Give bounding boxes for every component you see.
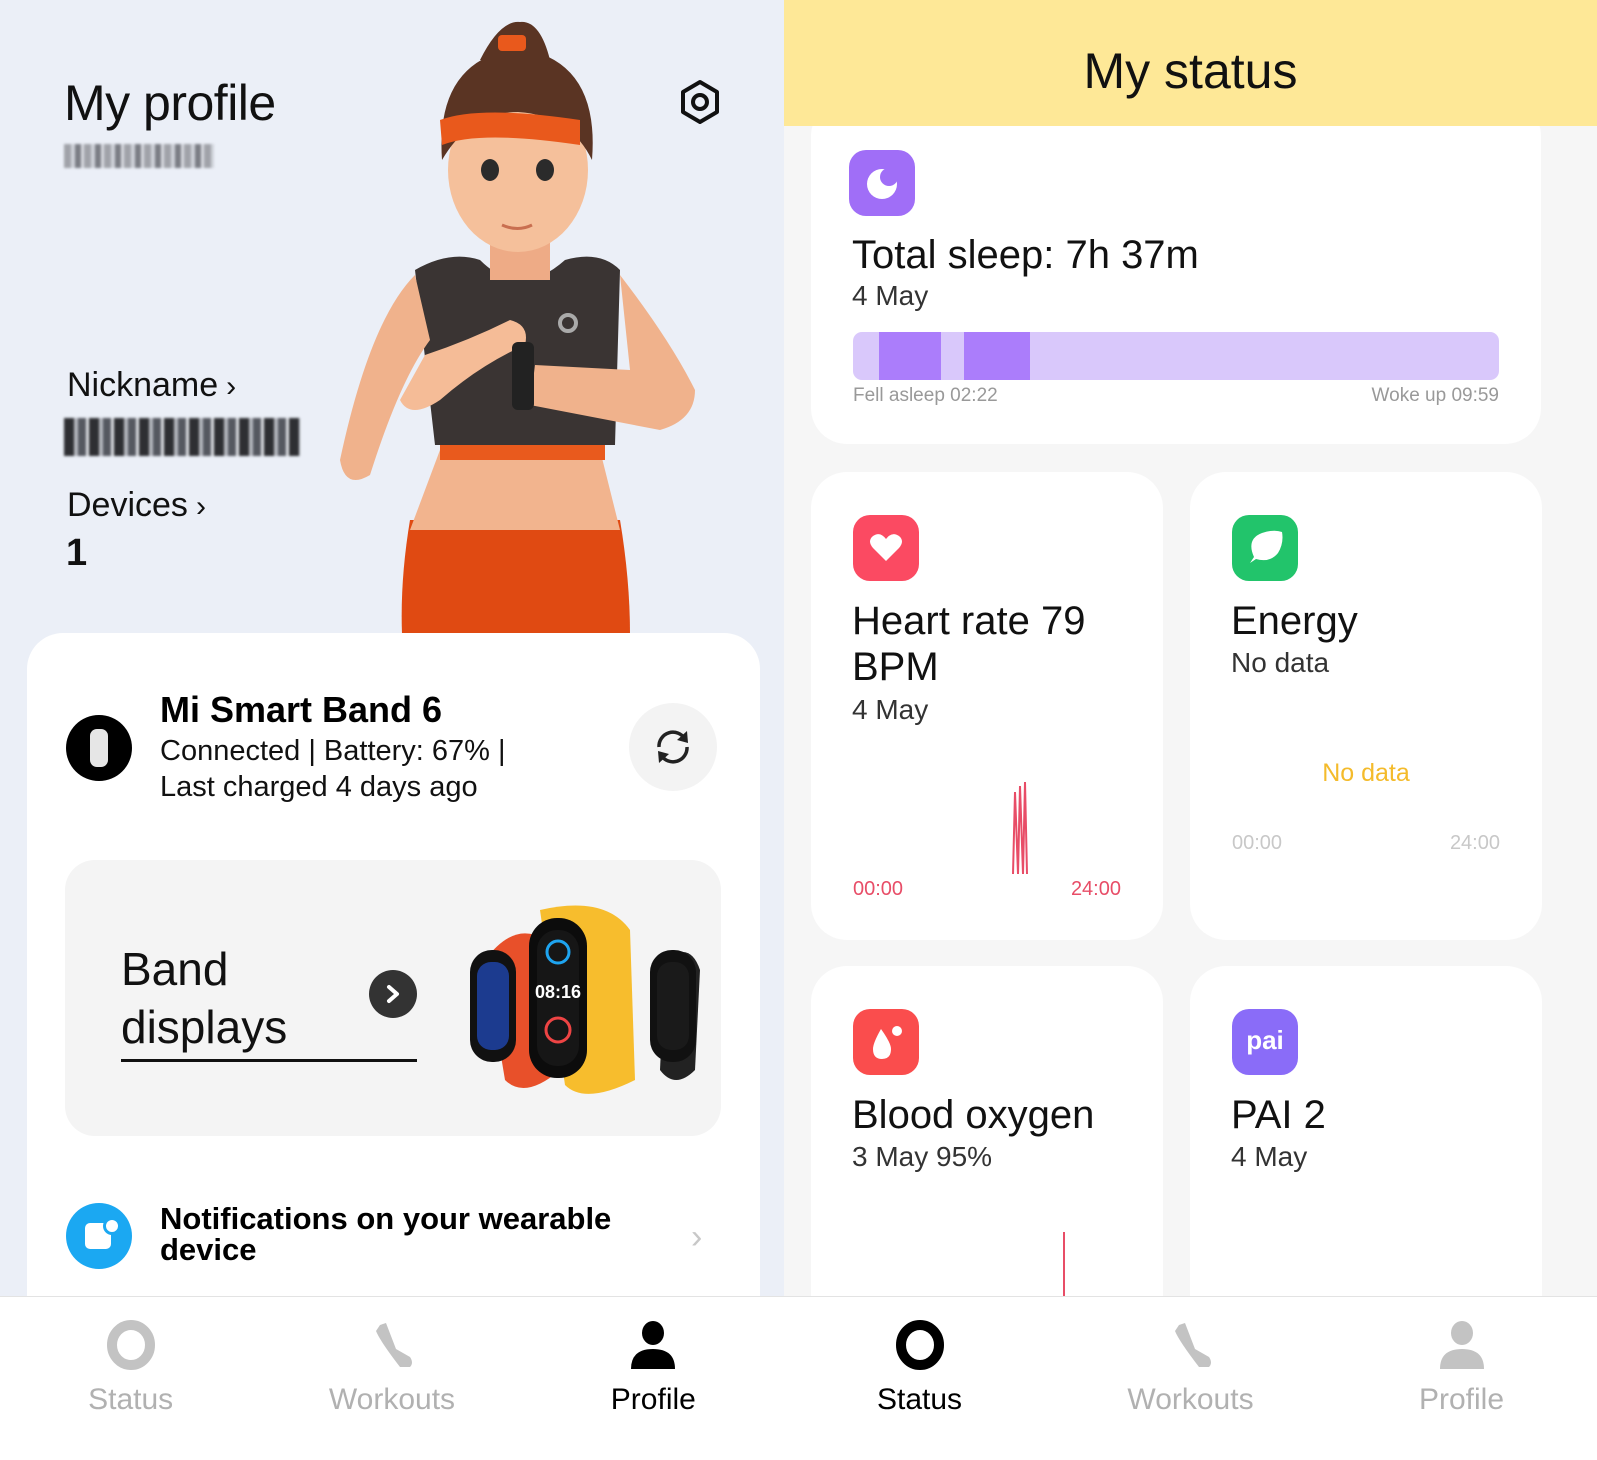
device-card: Mi Smart Band 6 Connected | Battery: 67%… (27, 633, 760, 1333)
avatar-illustration (340, 21, 695, 634)
band-displays-arrow-button[interactable] (369, 970, 417, 1018)
devices-link[interactable]: Devices › (67, 486, 206, 525)
energy-axis-start: 00:00 (1232, 832, 1283, 854)
tab-workouts[interactable]: Workouts (261, 1297, 522, 1460)
pai-subtitle: 4 May (1231, 1141, 1308, 1172)
fell-asleep-time: Fell asleep 02:22 (853, 385, 998, 406)
notifications-link[interactable]: Notifications on your wearable device (160, 1203, 680, 1265)
band-displays-line2: displays (121, 1001, 288, 1053)
heart-rate-chart (1012, 781, 1028, 875)
user-id-redacted (64, 144, 214, 168)
heart-rate-title: Heart rate 79 BPM (852, 599, 1086, 689)
energy-no-data: No data (1322, 759, 1410, 787)
nickname-label: Nickname (67, 366, 219, 404)
woke-up-time: Woke up 09:59 (1371, 385, 1499, 406)
status-screen: Total sleep: 7h 37m 4 May Fell asleep 02… (784, 0, 1597, 1460)
chevron-right-icon[interactable]: › (691, 1218, 702, 1257)
band-displays-card[interactable]: Band displays 08:16 (65, 860, 721, 1136)
device-status-line: Connected | Battery: 67% | (160, 735, 506, 767)
status-header: My status (784, 0, 1597, 126)
blood-oxygen-title: Blood oxygen (852, 1093, 1095, 1137)
leaf-icon (1232, 515, 1298, 581)
tab-label: Workouts (328, 1383, 456, 1416)
device-status: Connected | Battery: 67% | Last charged … (160, 733, 580, 805)
tab-label: Workouts (1127, 1383, 1254, 1416)
deep-sleep-segment (878, 332, 942, 380)
notification-icon (66, 1203, 132, 1269)
blood-drop-icon (853, 1009, 919, 1075)
nickname-link[interactable]: Nickname › (67, 366, 236, 405)
chevron-right-icon: › (226, 370, 237, 403)
svg-text:08:16: 08:16 (535, 982, 581, 1002)
sleep-stages-bar (853, 332, 1499, 380)
page-title: My status (1083, 43, 1298, 99)
device-last-charged: Last charged 4 days ago (160, 771, 478, 803)
devices-count: 1 (66, 532, 88, 574)
underline-divider (121, 1059, 417, 1062)
bottom-tab-bar: Status Workouts Profile (0, 1296, 784, 1460)
tab-label: Profile (610, 1383, 696, 1416)
pai-icon-text: pai (1246, 1025, 1284, 1055)
energy-subtitle: No data (1231, 647, 1330, 678)
energy-title: Energy (1231, 599, 1358, 643)
heart-rate-date: 4 May (852, 694, 929, 725)
page-title: My profile (64, 75, 276, 131)
sleep-total: Total sleep: 7h 37m (852, 233, 1199, 277)
nickname-value-redacted (64, 418, 300, 456)
tab-workouts[interactable]: Workouts (1055, 1297, 1326, 1460)
sync-icon (657, 730, 689, 764)
bottom-tab-bar: Status Workouts Profile (784, 1296, 1597, 1460)
sleep-date: 4 May (852, 280, 929, 311)
device-name[interactable]: Mi Smart Band 6 (160, 689, 442, 731)
tab-status[interactable]: Status (784, 1297, 1055, 1460)
sync-button[interactable] (629, 703, 717, 791)
heart-rate-line (1012, 781, 1028, 875)
tab-status[interactable]: Status (0, 1297, 261, 1460)
band-device-icon (66, 715, 132, 781)
devices-label: Devices (67, 486, 188, 524)
chevron-right-icon (387, 985, 399, 1003)
pai-title: PAI 2 (1231, 1093, 1326, 1137)
hr-axis-start: 00:00 (853, 878, 904, 900)
sleep-card[interactable]: Total sleep: 7h 37m 4 May Fell asleep 02… (811, 100, 1541, 444)
shoe-icon (375, 1323, 412, 1367)
heart-rate-card[interactable]: Heart rate 79 BPM 4 May 00:00 24:00 (811, 472, 1163, 940)
tab-label: Status (88, 1383, 174, 1416)
pai-icon: pai (1232, 1009, 1298, 1075)
tab-profile[interactable]: Profile (523, 1297, 784, 1460)
profile-screen: My profile Nickname › Devices › 1 Mi Sma… (0, 0, 784, 1460)
band-displays-line1: Band (121, 943, 229, 995)
status-ring-icon (106, 1320, 155, 1370)
energy-axis-end: 24:00 (1449, 832, 1500, 854)
shoe-icon (1174, 1323, 1211, 1367)
person-icon (1439, 1321, 1484, 1369)
person-icon (631, 1321, 676, 1369)
energy-card[interactable]: Energy No data No data 00:00 24:00 (1190, 472, 1542, 940)
bands-product-image: 08:16 (470, 905, 700, 1094)
blood-oxygen-chart-mark (1063, 1232, 1065, 1302)
band-displays-title: Band displays (121, 940, 381, 1056)
status-ring-icon (895, 1320, 944, 1370)
deep-sleep-segment (964, 332, 1030, 380)
sleep-moon-icon (849, 150, 915, 216)
blood-oxygen-subtitle: 3 May 95% (852, 1141, 993, 1172)
chevron-right-icon: › (195, 490, 206, 523)
tab-profile[interactable]: Profile (1326, 1297, 1597, 1460)
hr-axis-end: 24:00 (1070, 878, 1121, 900)
tab-label: Profile (1418, 1383, 1505, 1416)
tab-label: Status (876, 1383, 963, 1416)
heart-icon (853, 515, 919, 581)
